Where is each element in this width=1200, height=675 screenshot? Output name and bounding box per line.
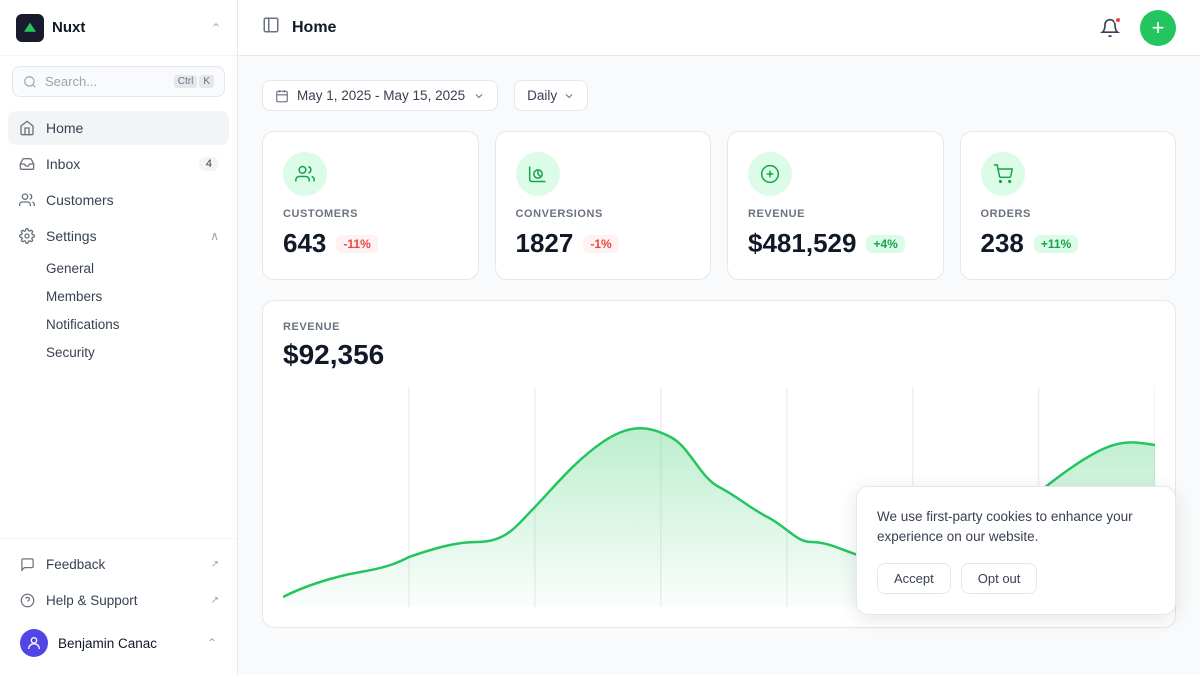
optout-button[interactable]: Opt out — [961, 563, 1038, 594]
stat-label-revenue: REVENUE — [748, 208, 923, 220]
stat-card-customers: CUSTOMERS 643 -11% — [262, 131, 479, 280]
sidebar-item-notifications[interactable]: Notifications — [36, 311, 229, 338]
stat-value-orders: 238 — [981, 228, 1024, 259]
dollar-icon — [760, 164, 780, 184]
inbox-badge: 4 — [199, 157, 219, 171]
inbox-icon — [18, 155, 36, 173]
users-icon — [295, 164, 315, 184]
sidebar-search-bar[interactable]: Search... Ctrl K — [12, 66, 225, 97]
stat-badge-customers: -11% — [336, 235, 377, 253]
calendar-icon — [275, 89, 289, 103]
sidebar-item-customers-label: Customers — [46, 192, 114, 208]
page-title: Home — [292, 19, 1092, 37]
brand-chevron-icon[interactable]: ⌃ — [211, 21, 221, 35]
stat-badge-conversions: -1% — [583, 235, 618, 253]
stats-grid: CUSTOMERS 643 -11% CONVERSIONS 1827 -1% — [262, 131, 1176, 280]
sidebar-item-customers[interactable]: Customers — [8, 183, 229, 217]
stat-card-conversions: CONVERSIONS 1827 -1% — [495, 131, 712, 280]
header-actions: + — [1092, 10, 1176, 46]
notification-dot — [1114, 16, 1122, 24]
user-chevron-icon: ⌃ — [207, 636, 217, 650]
sidebar-item-security[interactable]: Security — [36, 339, 229, 366]
stat-badge-orders: +11% — [1034, 235, 1078, 253]
stat-card-revenue: REVENUE $481,529 +4% — [727, 131, 944, 280]
stat-value-row-orders: 238 +11% — [981, 228, 1156, 259]
stat-badge-revenue: +4% — [866, 235, 904, 253]
stat-value-conversions: 1827 — [516, 228, 574, 259]
sidebar-nav: Home Inbox 4 Customers — [0, 107, 237, 538]
user-section[interactable]: Benjamin Canac ⌃ — [8, 619, 229, 667]
settings-submenu: General Members Notifications Security — [8, 255, 229, 366]
sidebar-item-inbox-label: Inbox — [46, 156, 80, 172]
filter-bar: May 1, 2025 - May 15, 2025 Daily — [262, 80, 1176, 111]
accept-button[interactable]: Accept — [877, 563, 951, 594]
stat-card-orders: ORDERS 238 +11% — [960, 131, 1177, 280]
revenue-chart-value: $92,356 — [283, 339, 1155, 371]
period-label: Daily — [527, 88, 557, 103]
revenue-chart-label: REVENUE — [283, 321, 1155, 333]
sidebar-header: Nuxt ⌃ — [0, 0, 237, 56]
sidebar-item-general[interactable]: General — [36, 255, 229, 282]
search-shortcut: Ctrl K — [174, 75, 214, 88]
period-filter[interactable]: Daily — [514, 80, 588, 111]
external-link-icon-2: ↗ — [211, 595, 219, 606]
shortcut-ctrl: Ctrl — [174, 75, 198, 88]
stat-value-row-conversions: 1827 -1% — [516, 228, 691, 259]
stat-icon-revenue — [748, 152, 792, 196]
cookie-banner: We use first-party cookies to enhance yo… — [856, 486, 1176, 616]
stat-icon-conversions — [516, 152, 560, 196]
sidebar-item-home[interactable]: Home — [8, 111, 229, 145]
search-placeholder: Search... — [45, 74, 166, 89]
stat-value-row-revenue: $481,529 +4% — [748, 228, 923, 259]
external-link-icon: ↗ — [211, 559, 219, 570]
period-chevron-icon — [563, 90, 575, 102]
stat-value-revenue: $481,529 — [748, 228, 856, 259]
user-avatar — [20, 629, 48, 657]
app-logo-icon — [16, 14, 44, 42]
cart-icon — [993, 164, 1013, 184]
sidebar-item-settings-label: Settings — [46, 228, 97, 244]
chart-icon — [528, 164, 548, 184]
sidebar-item-members[interactable]: Members — [36, 283, 229, 310]
main-header: Home + — [238, 0, 1200, 56]
stat-label-orders: ORDERS — [981, 208, 1156, 220]
cookie-actions: Accept Opt out — [877, 563, 1155, 594]
stat-value-row-customers: 643 -11% — [283, 228, 458, 259]
customers-icon — [18, 191, 36, 209]
date-chevron-icon — [473, 90, 485, 102]
sidebar-item-inbox[interactable]: Inbox 4 — [8, 147, 229, 181]
sidebar-item-feedback[interactable]: Feedback ↗ — [8, 547, 229, 581]
sidebar-item-home-label: Home — [46, 120, 83, 136]
user-name: Benjamin Canac — [58, 636, 157, 651]
date-range-label: May 1, 2025 - May 15, 2025 — [297, 88, 465, 103]
search-icon — [23, 75, 37, 89]
sidebar-item-settings[interactable]: Settings ∧ — [8, 219, 229, 253]
settings-icon — [18, 227, 36, 245]
sidebar-item-help[interactable]: Help & Support ↗ — [8, 583, 229, 617]
sidebar: Nuxt ⌃ Search... Ctrl K Home — [0, 0, 238, 675]
stat-label-conversions: CONVERSIONS — [516, 208, 691, 220]
app-brand: Nuxt — [52, 19, 85, 36]
sidebar-item-help-label: Help & Support — [46, 593, 138, 608]
add-button[interactable]: + — [1140, 10, 1176, 46]
stat-label-customers: CUSTOMERS — [283, 208, 458, 220]
date-range-filter[interactable]: May 1, 2025 - May 15, 2025 — [262, 80, 498, 111]
stat-icon-orders — [981, 152, 1025, 196]
sidebar-toggle-icon[interactable] — [262, 16, 280, 39]
shortcut-k: K — [199, 75, 214, 88]
feedback-icon — [18, 555, 36, 573]
sidebar-logo[interactable]: Nuxt — [16, 14, 85, 42]
settings-chevron-icon: ∧ — [210, 229, 219, 243]
notifications-button[interactable] — [1092, 10, 1128, 46]
sidebar-item-feedback-label: Feedback — [46, 557, 105, 572]
sidebar-bottom: Feedback ↗ Help & Support ↗ Benjamin Can… — [0, 538, 237, 675]
stat-icon-customers — [283, 152, 327, 196]
cookie-text: We use first-party cookies to enhance yo… — [877, 507, 1155, 548]
help-icon — [18, 591, 36, 609]
stat-value-customers: 643 — [283, 228, 326, 259]
home-icon — [18, 119, 36, 137]
